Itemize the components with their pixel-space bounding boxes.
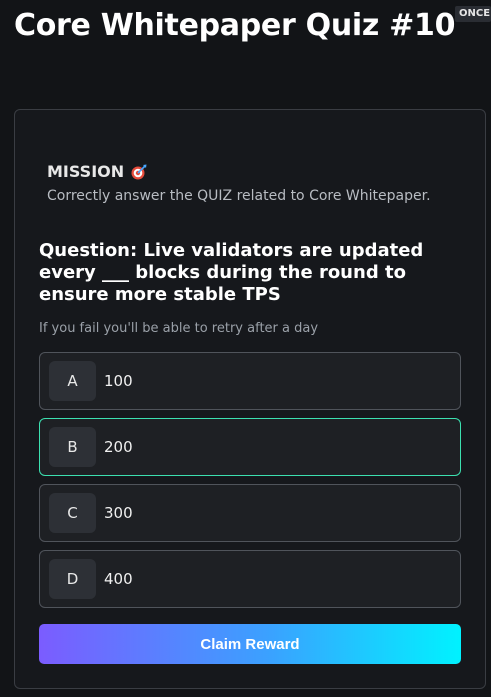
answer-option-a[interactable]: A 100 [39, 352, 461, 410]
target-icon [131, 164, 147, 179]
claim-reward-button[interactable]: Claim Reward [39, 624, 461, 664]
option-letter: D [49, 559, 96, 599]
option-text: 300 [104, 504, 133, 522]
answer-option-b[interactable]: B 200 [39, 418, 461, 476]
option-text: 200 [104, 438, 133, 456]
answer-option-d[interactable]: D 400 [39, 550, 461, 608]
mission-title: MISSION [47, 162, 125, 181]
quiz-page: Core Whitepaper Quiz #10 ONCE MISSION Co… [0, 0, 491, 697]
retry-hint: If you fail you'll be able to retry afte… [39, 321, 319, 336]
option-text: 400 [104, 570, 133, 588]
option-letter: A [49, 361, 96, 401]
mission-description: Correctly answer the QUIZ related to Cor… [47, 188, 431, 204]
answer-option-c[interactable]: C 300 [39, 484, 461, 542]
quiz-question: Question: Live validators are updated ev… [39, 240, 424, 305]
option-letter: C [49, 493, 96, 533]
mission-heading: MISSION [47, 162, 148, 181]
option-text: 100 [104, 372, 133, 390]
page-title: Core Whitepaper Quiz #10 [14, 8, 456, 43]
option-letter: B [49, 427, 96, 467]
answer-options: A 100 B 200 C 300 D 400 [39, 352, 461, 616]
quiz-card: MISSION Correctly answer the QUIZ relate… [14, 109, 486, 689]
frequency-badge: ONCE [455, 6, 491, 22]
